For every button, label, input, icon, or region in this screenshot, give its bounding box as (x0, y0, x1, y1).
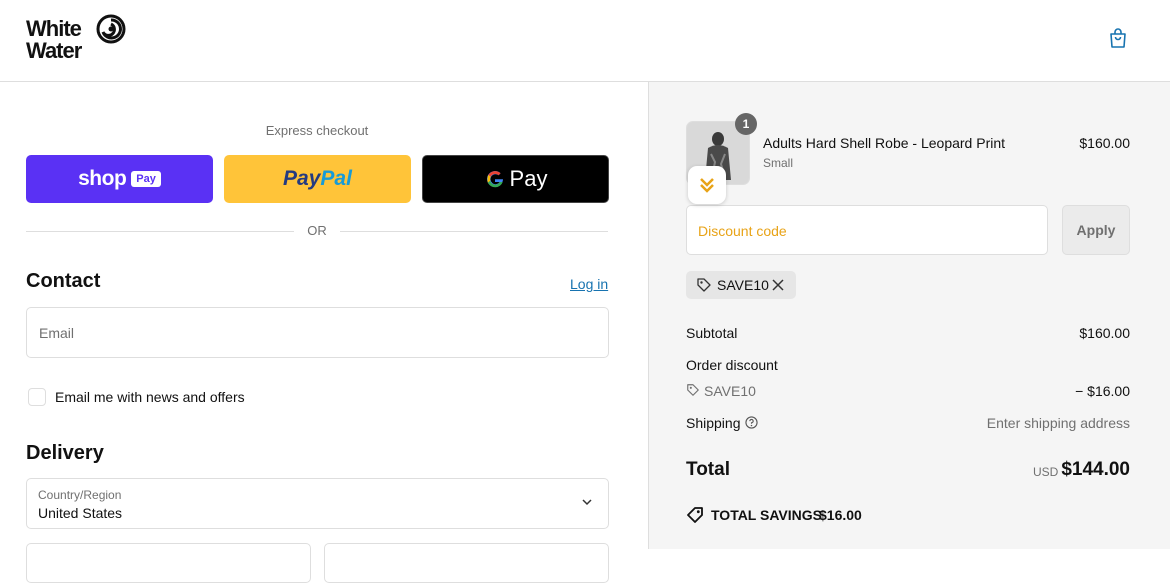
remove-discount-icon[interactable] (771, 278, 785, 292)
or-separator: OR (307, 223, 327, 238)
product-variant: Small (763, 156, 794, 170)
total-savings-label: TOTAL SAVINGS (711, 507, 822, 523)
google-pay-label: Pay (509, 166, 548, 191)
country-value: United States (38, 505, 123, 521)
brand-logo[interactable]: White Water (26, 14, 130, 64)
tag-icon (687, 384, 699, 396)
quantity-badge: 1 (735, 113, 757, 135)
shop-pay-wordmark: shop (78, 167, 127, 190)
chevron-down-icon (582, 499, 592, 506)
swirl-logo-icon (96, 14, 126, 44)
shopping-bag-icon[interactable] (1106, 26, 1130, 50)
paypal-wordmark: PayPal (283, 167, 352, 191)
subtotal-value: $160.00 (1079, 325, 1130, 341)
order-discount-value: − $16.00 (1075, 383, 1130, 399)
savings-tag-icon (687, 507, 703, 523)
paypal-wordmark-part1: Pay (283, 167, 321, 190)
email-placeholder: Email (39, 325, 75, 341)
help-circle-icon[interactable] (745, 416, 758, 429)
order-discount-code: SAVE10 (704, 383, 756, 399)
product-price: $160.00 (1079, 135, 1130, 151)
applied-discount-chip: SAVE10 (686, 271, 796, 299)
total-currency: USD (1033, 465, 1059, 479)
subtotal-label: Subtotal (686, 325, 738, 341)
delivery-heading: Delivery (26, 442, 104, 464)
google-pay-button[interactable]: Pay (422, 155, 609, 203)
shipping-value: Enter shipping address (986, 415, 1130, 431)
newsletter-checkbox[interactable] (28, 388, 46, 406)
first-name-field[interactable] (26, 543, 311, 583)
last-name-field[interactable] (324, 543, 609, 583)
total-value: $144.00 (1061, 459, 1130, 480)
divider-right (340, 231, 608, 232)
email-field[interactable]: Email (26, 307, 609, 358)
shop-pay-badge: Pay (131, 171, 161, 187)
express-checkout-label: Express checkout (265, 123, 369, 138)
discount-code-placeholder: Discount code (698, 223, 787, 239)
rewards-widget-button[interactable] (688, 166, 726, 204)
apply-discount-button[interactable]: Apply (1062, 205, 1130, 255)
google-g-icon (486, 171, 503, 188)
total-savings-value: $16.00 (819, 507, 862, 523)
total-label: Total (686, 459, 730, 480)
double-chevron-down-icon (700, 178, 714, 193)
order-discount-label: Order discount (686, 357, 778, 373)
product-name: Adults Hard Shell Robe - Leopard Print (763, 135, 1006, 151)
paypal-button[interactable]: PayPal (224, 155, 411, 203)
tag-icon (697, 278, 711, 292)
log-in-link[interactable]: Log in (570, 276, 608, 292)
contact-heading: Contact (26, 270, 101, 292)
shop-pay-button[interactable]: shop Pay (26, 155, 213, 203)
divider-left (26, 231, 294, 232)
discount-code-field[interactable]: Discount code (686, 205, 1048, 255)
header: White Water (0, 0, 1170, 82)
applied-discount-code: SAVE10 (717, 277, 769, 293)
newsletter-label: Email me with news and offers (55, 389, 245, 405)
shipping-label: Shipping (686, 415, 741, 431)
country-select[interactable]: Country/Region United States (26, 478, 609, 529)
paypal-wordmark-part2: Pal (320, 167, 352, 190)
country-label: Country/Region (38, 488, 122, 502)
brand-logo-line2: Water (26, 38, 82, 63)
